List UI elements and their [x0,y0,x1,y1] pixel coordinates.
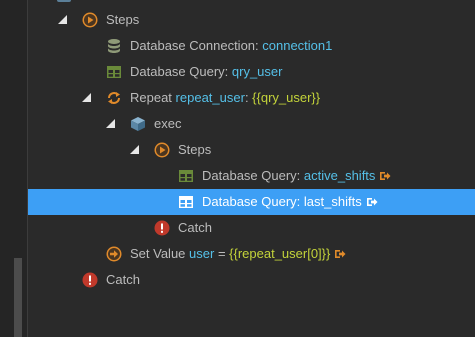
caret-expanded-icon[interactable] [58,15,67,24]
caret-expanded-icon[interactable] [130,145,139,154]
table-icon [179,196,193,208]
tree-item-label: Steps [106,12,140,27]
tree-item-catch[interactable]: Catch [28,267,475,293]
play-circle-icon [82,12,98,28]
tree-item-label: Repeat repeat_user: {{qry_user}} [130,90,321,105]
tree-item-label: Catch [106,272,140,287]
tree-item-database-query-active-shifts[interactable]: Database Query: active_shifts [28,163,475,189]
database-icon [108,39,120,53]
tree-item-set-value[interactable]: Set Value user = {{repeat_user[0]}} [28,241,475,267]
vertical-scrollbar[interactable] [0,0,28,337]
tree-item-database-connection[interactable]: Database Connection: connection1 [28,33,475,59]
cube-icon [57,0,71,2]
tree-item-label: exec [154,116,182,131]
tree-item-label: Set Value user = {{repeat_user[0]}} [130,241,346,267]
tree-item-label: Database Connection: connection1 [130,38,333,53]
tree-item-catch-nested[interactable]: Catch [28,215,475,241]
tree-item-label: Database Query: last_shifts [202,189,378,215]
tree-item-label: Steps [178,142,212,157]
sign-out-icon[interactable] [366,196,378,208]
tree-item-label: Database Query: active_shifts [202,163,391,189]
arrow-right-circle-icon [106,246,122,262]
cube-icon [131,117,145,131]
tree-item-repeat[interactable]: Repeat repeat_user: {{qry_user}} [28,85,475,111]
exclamation-circle-icon [154,220,170,236]
sign-out-icon[interactable] [334,248,346,260]
tree-item-label: Catch [178,220,212,235]
tree-item-database-query-last-shifts[interactable]: Database Query: last_shifts [28,189,475,215]
sign-out-icon[interactable] [379,170,391,182]
table-icon [179,170,193,182]
exclamation-circle-icon [82,272,98,288]
caret-expanded-icon[interactable] [82,93,91,102]
play-circle-icon [154,142,170,158]
tree-item-steps[interactable]: Steps [28,7,475,33]
tree-item-label: Database Query: qry_user [130,64,283,79]
tree-item-exec[interactable]: exec [28,111,475,137]
repeat-icon [108,92,120,104]
tree-item-database-query-qry-user[interactable]: Database Query: qry_user [28,59,475,85]
table-icon [107,66,121,78]
caret-expanded-icon[interactable] [106,119,115,128]
tree-item-steps-nested[interactable]: Steps [28,137,475,163]
scrollbar-thumb[interactable] [14,258,22,337]
